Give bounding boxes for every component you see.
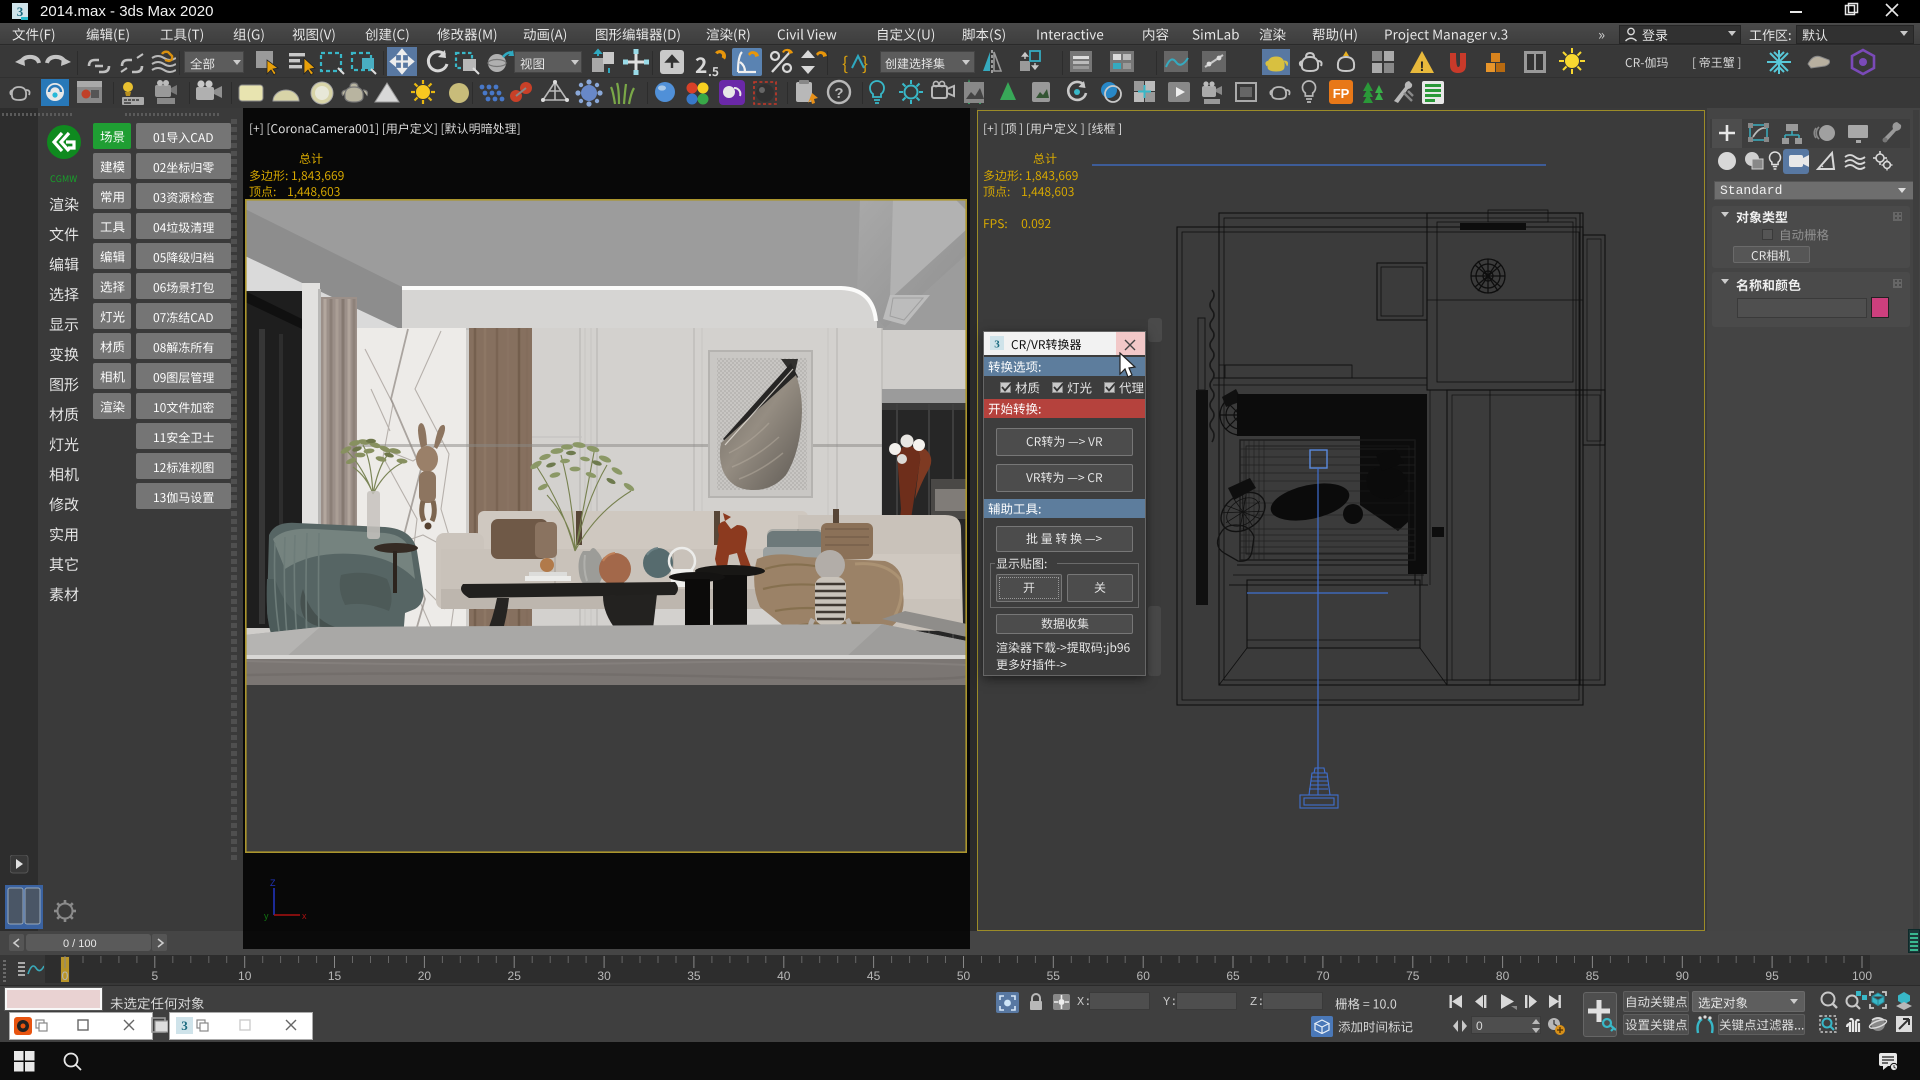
svg-text:5: 5 bbox=[151, 969, 158, 983]
svg-text:?: ? bbox=[834, 85, 843, 102]
svg-text:FP: FP bbox=[1333, 86, 1350, 101]
svg-text:65: 65 bbox=[1226, 969, 1240, 983]
svg-text:30: 30 bbox=[597, 969, 611, 983]
svg-text:!: ! bbox=[1420, 58, 1425, 74]
svg-text:x: x bbox=[302, 911, 307, 921]
svg-text:25: 25 bbox=[508, 969, 522, 983]
svg-text:15: 15 bbox=[328, 969, 342, 983]
svg-text:85: 85 bbox=[1586, 969, 1600, 983]
svg-text:55: 55 bbox=[1047, 969, 1061, 983]
svg-text:80: 80 bbox=[1496, 969, 1510, 983]
svg-text:0: 0 bbox=[62, 969, 69, 983]
svg-text:70: 70 bbox=[1316, 969, 1330, 983]
svg-text:35: 35 bbox=[687, 969, 701, 983]
svg-text:20: 20 bbox=[418, 969, 432, 983]
svg-text:50: 50 bbox=[957, 969, 971, 983]
svg-text:3: 3 bbox=[17, 4, 24, 19]
svg-text:10: 10 bbox=[238, 969, 252, 983]
svg-text:3: 3 bbox=[181, 1018, 188, 1033]
svg-text:3: 3 bbox=[994, 339, 1000, 351]
svg-text:75: 75 bbox=[1406, 969, 1420, 983]
svg-text:60: 60 bbox=[1137, 969, 1151, 983]
svg-text:100: 100 bbox=[1852, 969, 1872, 983]
svg-text:y: y bbox=[264, 911, 269, 921]
svg-text:40: 40 bbox=[777, 969, 791, 983]
svg-text:45: 45 bbox=[867, 969, 881, 983]
svg-text:Z: Z bbox=[270, 878, 276, 888]
svg-text:95: 95 bbox=[1765, 969, 1779, 983]
svg-text:90: 90 bbox=[1676, 969, 1690, 983]
